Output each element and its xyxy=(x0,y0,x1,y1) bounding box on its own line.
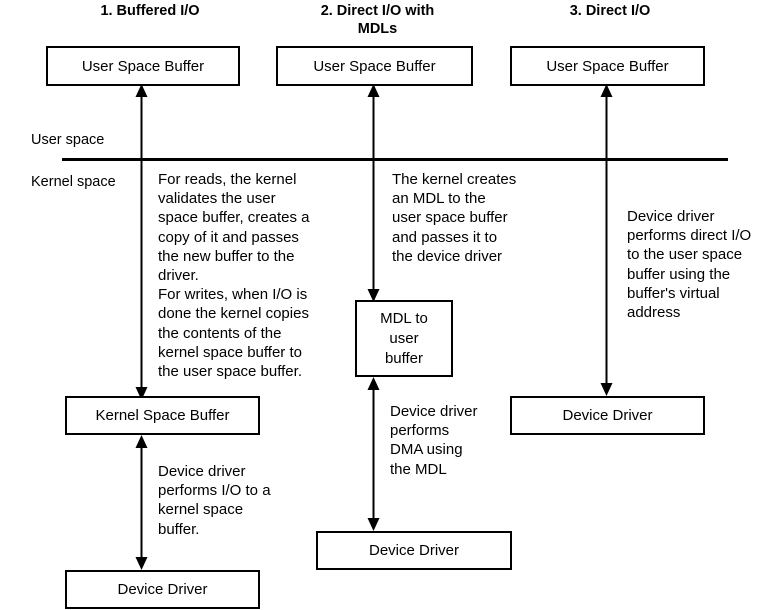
arrow-c2-mdl-to-user-buffer xyxy=(367,84,380,302)
box-c2-device-driver[interactable]: Device Driver xyxy=(316,531,512,570)
box-c1-kernel-space-buffer[interactable]: Kernel Space Buffer xyxy=(65,396,260,435)
note-c1-kernel-copy-description: For reads, the kernel validates the user… xyxy=(158,171,310,381)
column-title-direct-io-with-mdls: 2. Direct I/O with MDLs xyxy=(320,3,435,37)
box-c3-user-space-buffer[interactable]: User Space Buffer xyxy=(510,46,705,86)
arrow-c3-driver-to-user-buffer xyxy=(600,84,613,396)
diagram-canvas: 1. Buffered I/O 2. Direct I/O with MDLs … xyxy=(0,0,774,610)
arrow-c1-driver-to-kernel-buffer xyxy=(135,435,148,570)
user-kernel-space-divider xyxy=(62,158,728,161)
box-c1-device-driver[interactable]: Device Driver xyxy=(65,570,260,609)
column-title-direct-io: 3. Direct I/O xyxy=(569,3,651,19)
box-c1-user-space-buffer[interactable]: User Space Buffer xyxy=(46,46,240,86)
box-c2-user-space-buffer[interactable]: User Space Buffer xyxy=(276,46,473,86)
user-space-label: User space xyxy=(31,132,105,148)
box-c3-device-driver[interactable]: Device Driver xyxy=(510,396,705,435)
box-c2-mdl-to-user-buffer[interactable]: MDL to user buffer xyxy=(355,300,453,377)
kernel-space-label: Kernel space xyxy=(31,174,116,190)
arrow-c1-kernel-to-user-buffer xyxy=(135,84,148,400)
note-c2-kernel-mdl-description: The kernel creates an MDL to the user sp… xyxy=(392,171,517,265)
note-c1-driver-io-description: Device driver performs I/O to a kernel s… xyxy=(158,463,271,538)
arrow-c2-driver-to-mdl xyxy=(367,377,380,531)
column-title-buffered-io: 1. Buffered I/O xyxy=(100,3,200,19)
note-c3-direct-io-description: Device driver performs direct I/O to the… xyxy=(627,208,752,322)
